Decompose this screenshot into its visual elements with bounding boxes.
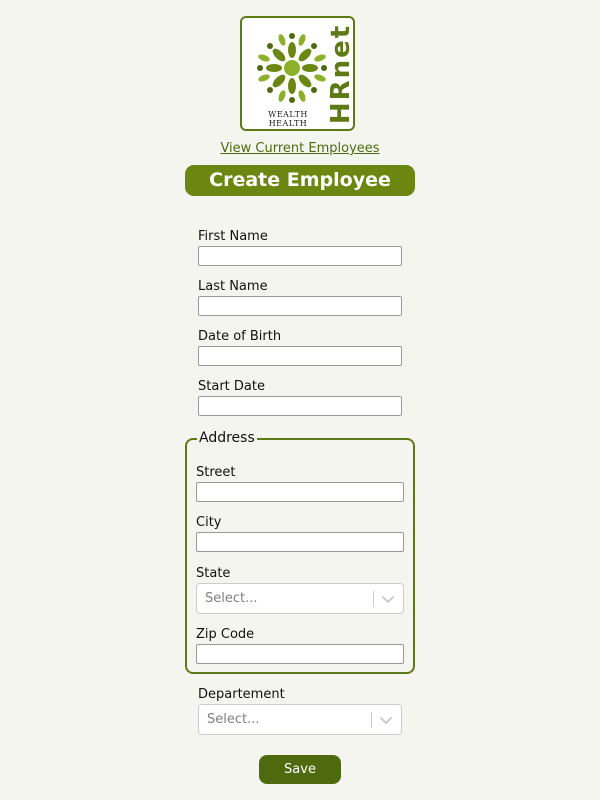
view-employees-link[interactable]: View Current Employees — [0, 141, 600, 156]
state-select[interactable]: Select... — [196, 583, 404, 614]
zip-code-field[interactable] — [196, 644, 404, 664]
city-label: City — [196, 515, 222, 530]
start-date-field[interactable] — [198, 396, 402, 416]
state-label: State — [196, 566, 231, 581]
logo-brand: HRnet — [326, 23, 357, 125]
department-label: Departement — [198, 687, 285, 702]
first-name-field[interactable] — [198, 246, 402, 266]
logo-brand-text: HRnet — [326, 23, 357, 125]
select-separator — [373, 591, 374, 607]
page-title: Create Employee — [185, 165, 415, 196]
date-of-birth-label: Date of Birth — [198, 329, 282, 344]
last-name-label: Last Name — [198, 279, 268, 294]
chevron-down-icon[interactable] — [381, 593, 395, 605]
date-of-birth-field[interactable] — [198, 346, 402, 366]
department-select-placeholder: Select... — [207, 712, 260, 727]
zip-code-label: Zip Code — [196, 627, 255, 642]
address-legend: Address — [197, 430, 257, 446]
city-field[interactable] — [196, 532, 404, 552]
street-field[interactable] — [196, 482, 404, 502]
save-button[interactable]: Save — [259, 755, 341, 784]
company-logo: HRnet WEALTH HEALTH — [240, 16, 357, 131]
logo-tagline: WEALTH HEALTH — [268, 110, 308, 128]
select-separator — [371, 712, 372, 728]
department-select[interactable]: Select... — [198, 704, 402, 735]
street-label: Street — [196, 465, 236, 480]
chevron-down-icon[interactable] — [379, 714, 393, 726]
last-name-field[interactable] — [198, 296, 402, 316]
state-select-placeholder: Select... — [205, 591, 258, 606]
start-date-label: Start Date — [198, 379, 265, 394]
tree-of-people-icon — [257, 33, 327, 103]
first-name-label: First Name — [198, 229, 268, 244]
